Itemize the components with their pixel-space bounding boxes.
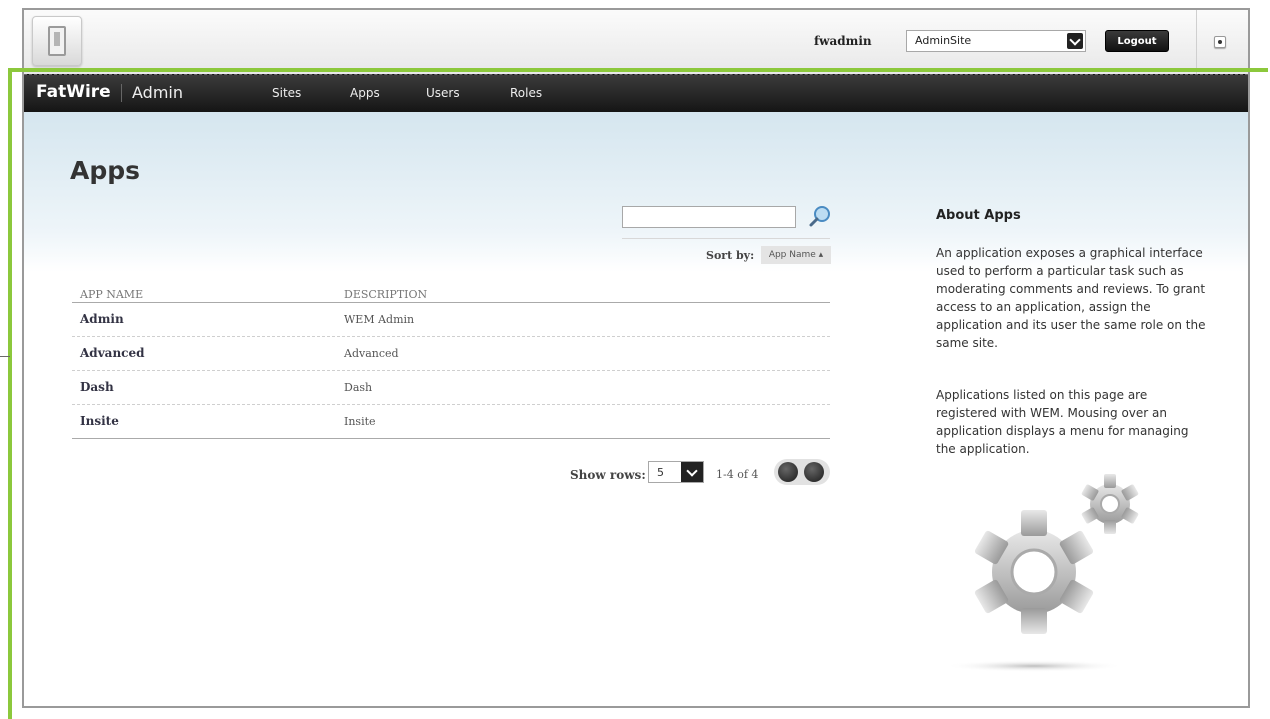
pagination-controls <box>774 459 830 485</box>
site-select-value: AdminSite <box>915 34 972 47</box>
show-rows-label: Show rows: <box>570 468 646 482</box>
phone-icon <box>48 26 66 56</box>
page-title: Apps <box>70 156 141 185</box>
search-icon[interactable] <box>808 204 832 228</box>
chevron-down-icon[interactable] <box>681 462 703 482</box>
description-cell: Insite <box>344 415 376 428</box>
divider <box>622 238 830 239</box>
rows-per-page-value: 5 <box>657 466 664 479</box>
nav-item-roles[interactable]: Roles <box>510 86 542 100</box>
description-cell: WEM Admin <box>344 313 415 326</box>
rows-per-page-select[interactable]: 5 <box>648 461 704 483</box>
main-nav: FatWire Admin Sites Apps Users Roles <box>24 74 1248 112</box>
logout-button[interactable]: Logout <box>1105 30 1169 52</box>
previous-page-button[interactable] <box>778 462 798 482</box>
about-title: About Apps <box>936 208 1021 223</box>
table-row[interactable]: Admin WEM Admin <box>72 303 830 337</box>
main-content: Apps Sort by: App Name ▴ APP NAME DESCRI… <box>24 112 1248 706</box>
site-select[interactable]: AdminSite <box>906 30 1086 52</box>
about-paragraph: Applications listed on this page are reg… <box>936 388 1189 456</box>
guide-tick <box>0 356 10 357</box>
app-name-cell[interactable]: Dash <box>80 380 114 394</box>
search-input[interactable] <box>622 206 796 228</box>
app-name-cell[interactable]: Insite <box>80 414 119 428</box>
gears-illustration-icon <box>944 474 1139 672</box>
table-row[interactable]: Dash Dash <box>72 371 830 405</box>
top-bar: fwadmin AdminSite Logout <box>24 10 1248 74</box>
sort-select[interactable]: App Name ▴ <box>761 246 831 264</box>
pagination-info: 1-4 of 4 <box>716 468 759 481</box>
guide-line-top <box>8 68 1268 72</box>
chevron-down-icon[interactable] <box>1067 33 1083 49</box>
sort-label: Sort by: <box>706 249 755 262</box>
guide-line-left <box>8 68 12 719</box>
nav-item-apps[interactable]: Apps <box>350 86 380 100</box>
column-header-app-name[interactable]: APP NAME <box>80 288 143 301</box>
app-window: fwadmin AdminSite Logout FatWire Admin S… <box>22 8 1250 708</box>
app-name-cell[interactable]: Advanced <box>80 346 145 360</box>
nav-item-sites[interactable]: Sites <box>272 86 301 100</box>
description-cell: Advanced <box>344 347 399 360</box>
table-row[interactable]: Insite Insite <box>72 405 830 439</box>
divider <box>1196 10 1197 74</box>
mobile-app-icon[interactable] <box>32 16 82 66</box>
brand-logo: FatWire <box>36 82 111 102</box>
next-page-button[interactable] <box>804 462 824 482</box>
brand-subtitle: Admin <box>132 83 183 102</box>
table-row[interactable]: Advanced Advanced <box>72 337 830 371</box>
username: fwadmin <box>814 34 872 48</box>
about-paragraph: An application exposes a graphical inter… <box>936 246 1206 350</box>
description-cell: Dash <box>344 381 373 394</box>
nav-item-users[interactable]: Users <box>426 86 460 100</box>
divider <box>121 84 122 102</box>
app-name-cell[interactable]: Admin <box>80 312 124 326</box>
column-header-description[interactable]: DESCRIPTION <box>344 288 427 301</box>
window-button-icon[interactable] <box>1214 36 1226 48</box>
